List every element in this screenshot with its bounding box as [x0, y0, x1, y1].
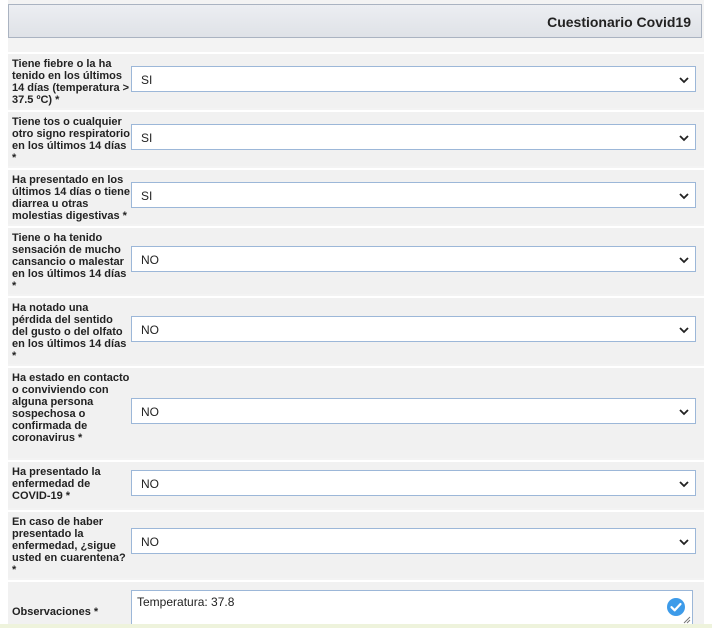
chevron-down-icon — [679, 409, 689, 416]
chevron-down-icon — [679, 193, 689, 200]
chevron-down-icon — [679, 135, 689, 142]
chevron-down-icon — [679, 77, 689, 84]
taste-smell-select[interactable]: NO — [131, 316, 696, 342]
question-row-digestive: Ha presentado en los últimos 14 días o t… — [8, 168, 704, 224]
resize-grip-icon[interactable] — [683, 616, 691, 624]
check-circle-icon — [667, 598, 685, 616]
question-label-contact: Ha estado en contacto o conviviendo con … — [12, 372, 130, 444]
question-row-taste-smell: Ha notado una pérdida del sentido del gu… — [8, 296, 704, 364]
chevron-down-icon — [679, 327, 689, 334]
questionnaire-header: Cuestionario Covid19 — [8, 4, 702, 38]
question-label-digestive: Ha presentado en los últimos 14 días o t… — [12, 174, 130, 222]
question-label-quarantine: En caso de haber presentado la enfermeda… — [12, 516, 126, 576]
page-bottom-strip — [0, 624, 712, 628]
fever-select[interactable]: SI — [131, 66, 696, 92]
fatigue-select-value: NO — [141, 253, 159, 267]
fever-select-value: SI — [141, 73, 153, 87]
page-title: Cuestionario Covid19 — [547, 14, 691, 30]
question-label-taste-smell: Ha notado una pérdida del sentido del gu… — [12, 302, 127, 362]
question-label-cough: Tiene tos o cualquier otro signo respira… — [12, 116, 130, 164]
question-row-fever: Tiene fiebre o la ha tenido en los últim… — [8, 52, 704, 108]
contact-select-value: NO — [141, 405, 159, 419]
question-label-fatigue: Tiene o ha tenido sensación de mucho can… — [12, 232, 127, 292]
observations-value: Temperatura: 37.8 — [137, 595, 235, 609]
quarantine-select[interactable]: NO — [131, 528, 696, 554]
question-row-cough: Tiene tos o cualquier otro signo respira… — [8, 110, 704, 166]
cough-select-value: SI — [141, 131, 153, 145]
quarantine-select-value: NO — [141, 535, 159, 549]
question-label-covid-disease: Ha presentado la enfermedad de COVID-19 … — [12, 466, 101, 502]
covid-questionnaire-panel: Cuestionario Covid19 Tiene fiebre o la h… — [8, 0, 704, 628]
chevron-down-icon — [679, 481, 689, 488]
contact-select[interactable]: NO — [131, 398, 696, 424]
cough-select[interactable]: SI — [131, 124, 696, 150]
question-label-fever: Tiene fiebre o la ha tenido en los últim… — [12, 58, 130, 106]
question-row-contact: Ha estado en contacto o conviviendo con … — [8, 366, 704, 458]
taste-smell-select-value: NO — [141, 323, 159, 337]
observations-textarea[interactable]: Temperatura: 37.8 — [131, 590, 693, 626]
covid-disease-select-value: NO — [141, 477, 159, 491]
digestive-select[interactable]: SI — [131, 182, 696, 208]
question-row-fatigue: Tiene o ha tenido sensación de mucho can… — [8, 226, 704, 294]
covid-disease-select[interactable]: NO — [131, 470, 696, 496]
question-row-quarantine: En caso de haber presentado la enfermeda… — [8, 510, 704, 578]
question-row-covid-disease: Ha presentado la enfermedad de COVID-19 … — [8, 460, 704, 508]
chevron-down-icon — [679, 539, 689, 546]
fatigue-select[interactable]: NO — [131, 246, 696, 272]
digestive-select-value: SI — [141, 189, 153, 203]
observations-label: Observaciones * — [12, 606, 99, 618]
chevron-down-icon — [679, 257, 689, 264]
